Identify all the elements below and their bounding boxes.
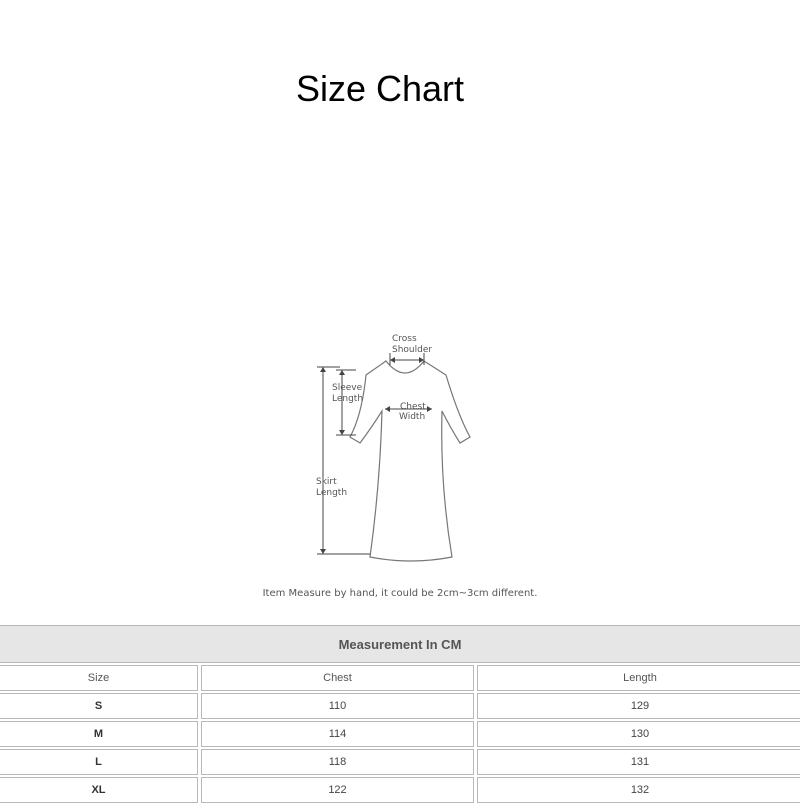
header-size: Size — [0, 665, 198, 691]
table-row: XL 122 132 — [0, 777, 800, 803]
table-row: L 118 131 — [0, 749, 800, 775]
sleeve-length-label-1: Sleeve — [332, 383, 363, 393]
length-cell: 132 — [477, 777, 800, 803]
chest-width-label-1: Chest — [400, 402, 426, 412]
page-title: Size Chart — [295, 68, 465, 109]
table-header-row: Size Chest Length — [0, 665, 800, 691]
chest-cell: 110 — [201, 693, 474, 719]
size-cell: L — [0, 749, 198, 775]
size-cell: XL — [0, 777, 198, 803]
measurement-note: Item Measure by hand, it could be 2cm~3c… — [262, 588, 538, 599]
skirt-length-label-1: Skirt — [316, 477, 337, 487]
size-cell: M — [0, 721, 198, 747]
table-row: S 110 129 — [0, 693, 800, 719]
size-cell: S — [0, 693, 198, 719]
chest-width-label-2: Width — [399, 412, 425, 422]
length-cell: 130 — [477, 721, 800, 747]
length-cell: 129 — [477, 693, 800, 719]
sleeve-length-label-2: Length — [332, 394, 363, 404]
cross-shoulder-label-2: Shoulder — [392, 345, 432, 355]
cross-shoulder-label-1: Cross — [392, 334, 417, 344]
chest-cell: 114 — [201, 721, 474, 747]
dress-measurement-diagram: Cross Shoulder Sleeve Length Chest Width… — [300, 325, 500, 570]
dress-outline — [349, 360, 471, 562]
size-table: Measurement In CM Size Chest Length S 11… — [0, 625, 800, 803]
dress-outline-illustration: Cross Shoulder Sleeve Length Chest Width… — [316, 334, 471, 562]
skirt-length-label-2: Length — [316, 488, 347, 498]
header-length: Length — [477, 665, 800, 691]
chest-cell: 118 — [201, 749, 474, 775]
table-row: M 114 130 — [0, 721, 800, 747]
length-cell: 131 — [477, 749, 800, 775]
table-caption: Measurement In CM — [0, 625, 800, 663]
chest-cell: 122 — [201, 777, 474, 803]
header-chest: Chest — [201, 665, 474, 691]
